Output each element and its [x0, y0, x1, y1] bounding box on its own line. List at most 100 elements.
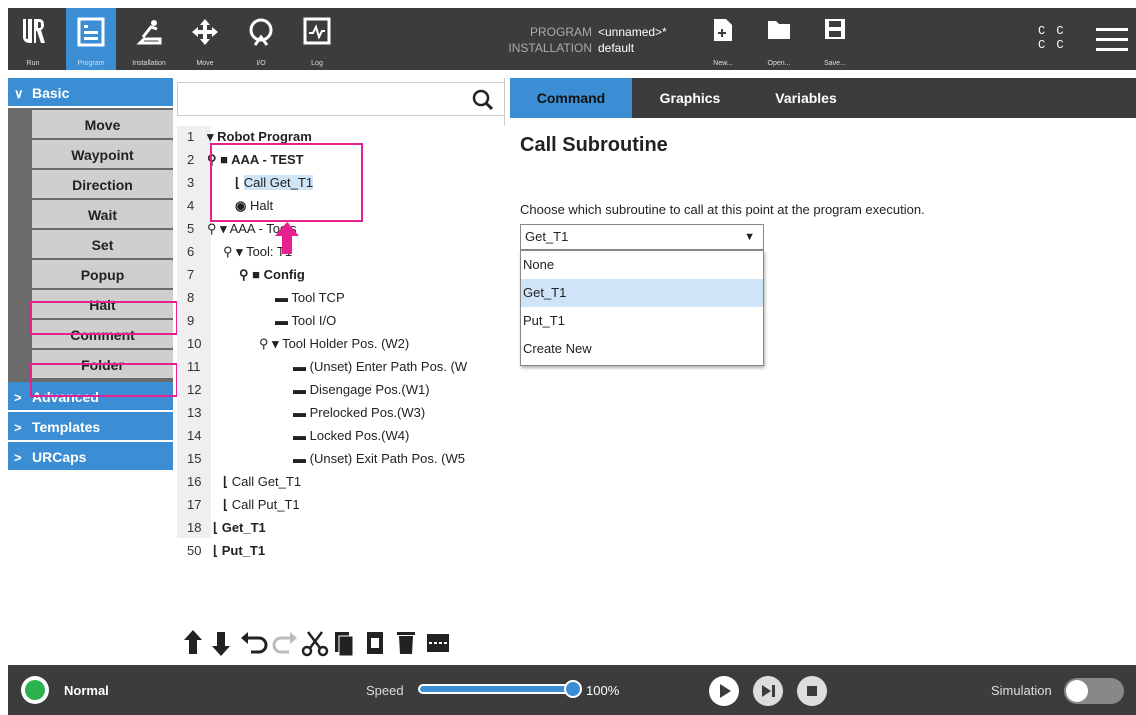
line-number: 3: [187, 175, 195, 190]
nav-installation-button[interactable]: Installation: [124, 8, 174, 70]
tree-node[interactable]: ⚲ ■ Config: [239, 264, 305, 286]
stop-icon[interactable]: [796, 675, 828, 707]
step-icon[interactable]: [752, 675, 784, 707]
speed-slider[interactable]: [418, 680, 582, 698]
tree-row[interactable]: 17 ⌊ Call Put_T1: [177, 494, 505, 516]
category-basic[interactable]: ∨ Basic: [8, 78, 173, 108]
tab-graphics[interactable]: Graphics: [632, 78, 748, 118]
speed-label: Speed: [366, 683, 404, 698]
tree-row[interactable]: 9 ▬ Tool I/O: [177, 310, 505, 332]
tab-command[interactable]: Command: [510, 78, 632, 118]
category-templates[interactable]: > Templates: [8, 412, 173, 442]
tree-row[interactable]: 16 ⌊ Call Get_T1: [177, 471, 505, 493]
search-bar[interactable]: [177, 82, 505, 116]
tree-node[interactable]: ▬ (Unset) Enter Path Pos. (W: [293, 356, 467, 378]
node-dash-icon: ▬: [275, 290, 288, 305]
tree-node[interactable]: ⌊ Call Put_T1: [223, 494, 300, 516]
tree-row[interactable]: 7 ⚲ ■ Config: [177, 264, 505, 286]
tree-node[interactable]: ⚲ ▾ Tool Holder Pos. (W2): [259, 333, 409, 355]
simulation-toggle[interactable]: [1064, 678, 1124, 704]
simulation-label: Simulation: [991, 683, 1052, 698]
paste-icon[interactable]: [367, 632, 383, 654]
save-button[interactable]: Save...: [810, 8, 860, 70]
nav-io-button[interactable]: I/O: [236, 8, 286, 70]
tab-variables[interactable]: Variables: [748, 78, 864, 118]
nav-move-button[interactable]: Move: [180, 8, 230, 70]
basic-items: Move Waypoint Direction Wait Set Popup H…: [8, 108, 173, 382]
move-up-icon[interactable]: [184, 630, 202, 654]
search-icon[interactable]: [472, 89, 494, 111]
line-number: 18: [187, 520, 202, 535]
speed-slider-knob[interactable]: [564, 680, 582, 698]
nav-program-button[interactable]: Program: [66, 8, 116, 70]
tree-row[interactable]: 11 ▬ (Unset) Enter Path Pos. (W: [177, 356, 505, 378]
undo-icon[interactable]: [241, 632, 268, 654]
redo-icon[interactable]: [272, 632, 297, 654]
cut-icon[interactable]: [301, 631, 329, 657]
line-number: 11: [187, 359, 201, 374]
tree-node[interactable]: ▬ Tool TCP: [275, 287, 345, 309]
tree-row[interactable]: 8 ▬ Tool TCP: [177, 287, 505, 309]
tree-row[interactable]: 13 ▬ Prelocked Pos.(W3): [177, 402, 505, 424]
tree-row[interactable]: 50 ⌊ Put_T1: [177, 540, 505, 562]
tree-row[interactable]: 14 ▬ Locked Pos.(W4): [177, 425, 505, 447]
subroutine-select[interactable]: Get_T1 ▼: [520, 224, 764, 250]
hamburger-menu-icon[interactable]: [1096, 28, 1128, 52]
line-number: 5: [187, 221, 195, 236]
play-icon[interactable]: [708, 675, 740, 707]
highlight-folder-box: [30, 363, 178, 397]
tree-row[interactable]: 12 ▬ Disengage Pos.(W1): [177, 379, 505, 401]
tree-node[interactable]: ⌊ Call Get_T1: [223, 471, 301, 493]
sidebar-item-move[interactable]: Move: [32, 110, 173, 140]
new-button[interactable]: New...: [698, 8, 748, 70]
line-number: 15: [187, 451, 202, 466]
category-urcaps[interactable]: > URCaps: [8, 442, 173, 472]
line-number: 1: [187, 129, 195, 144]
tree-row[interactable]: 10 ⚲ ▾ Tool Holder Pos. (W2): [177, 333, 505, 355]
copy-icon[interactable]: [335, 632, 354, 657]
sidebar-item-wait[interactable]: Wait: [32, 200, 173, 230]
sidebar-item-direction[interactable]: Direction: [32, 170, 173, 200]
tree-node[interactable]: ▬ Locked Pos.(W4): [293, 425, 409, 447]
expand-triangle-icon[interactable]: ▾: [236, 244, 243, 259]
tree-node-label: Robot Program: [217, 129, 312, 144]
tree-node[interactable]: ⌊ Put_T1: [213, 540, 265, 562]
tree-node[interactable]: ▬ Prelocked Pos.(W3): [293, 402, 425, 424]
tree-node[interactable]: ▬ Tool I/O: [275, 310, 336, 332]
power-status-icon[interactable]: [20, 675, 50, 705]
line-number: 12: [187, 382, 202, 397]
sidebar-item-waypoint[interactable]: Waypoint: [32, 140, 173, 170]
node-dash-icon: ▬: [293, 405, 306, 420]
suppress-icon[interactable]: [427, 634, 449, 652]
program-name: <unnamed>*: [598, 25, 667, 39]
move-down-icon[interactable]: [212, 632, 230, 656]
expand-triangle-icon[interactable]: ▾: [207, 129, 214, 144]
option-put-t1[interactable]: Put_T1: [521, 307, 763, 335]
tree-row[interactable]: 6 ⚲ ▾ Tool: T1: [177, 241, 505, 263]
tree-node-label: (Unset) Enter Path Pos. (W: [309, 359, 468, 374]
tree-node[interactable]: ▬ (Unset) Exit Path Pos. (W5: [293, 448, 465, 470]
option-none[interactable]: None: [521, 251, 763, 279]
tree-node-label: Tool Holder Pos. (W2): [282, 336, 410, 351]
nav-run-button[interactable]: Run: [8, 8, 58, 70]
option-create-new[interactable]: Create New: [521, 335, 763, 363]
nav-log-button[interactable]: Log: [292, 8, 342, 70]
tree-row[interactable]: 15 ▬ (Unset) Exit Path Pos. (W5: [177, 448, 505, 470]
line-number: 9: [187, 313, 195, 328]
option-get-t1[interactable]: Get_T1: [521, 279, 763, 307]
tree-node[interactable]: ▬ Disengage Pos.(W1): [293, 379, 430, 401]
expand-triangle-icon[interactable]: ▾: [272, 336, 279, 351]
pin-icon: ⚲: [223, 244, 233, 259]
line-number: 4: [187, 198, 195, 213]
open-button[interactable]: Open...: [754, 8, 804, 70]
nav-io-label: I/O: [256, 60, 266, 67]
sidebar-item-popup[interactable]: Popup: [32, 260, 173, 290]
tree-node[interactable]: ⌊ Get_T1: [213, 517, 266, 539]
tree-row[interactable]: 18 ⌊ Get_T1: [177, 517, 505, 539]
nav-log-label: Log: [311, 60, 323, 67]
delete-icon[interactable]: [397, 632, 415, 654]
new-file-icon: [714, 19, 732, 41]
expand-triangle-icon[interactable]: ▾: [220, 221, 227, 236]
sidebar-item-set[interactable]: Set: [32, 230, 173, 260]
node-dash-icon: ▬: [293, 382, 306, 397]
